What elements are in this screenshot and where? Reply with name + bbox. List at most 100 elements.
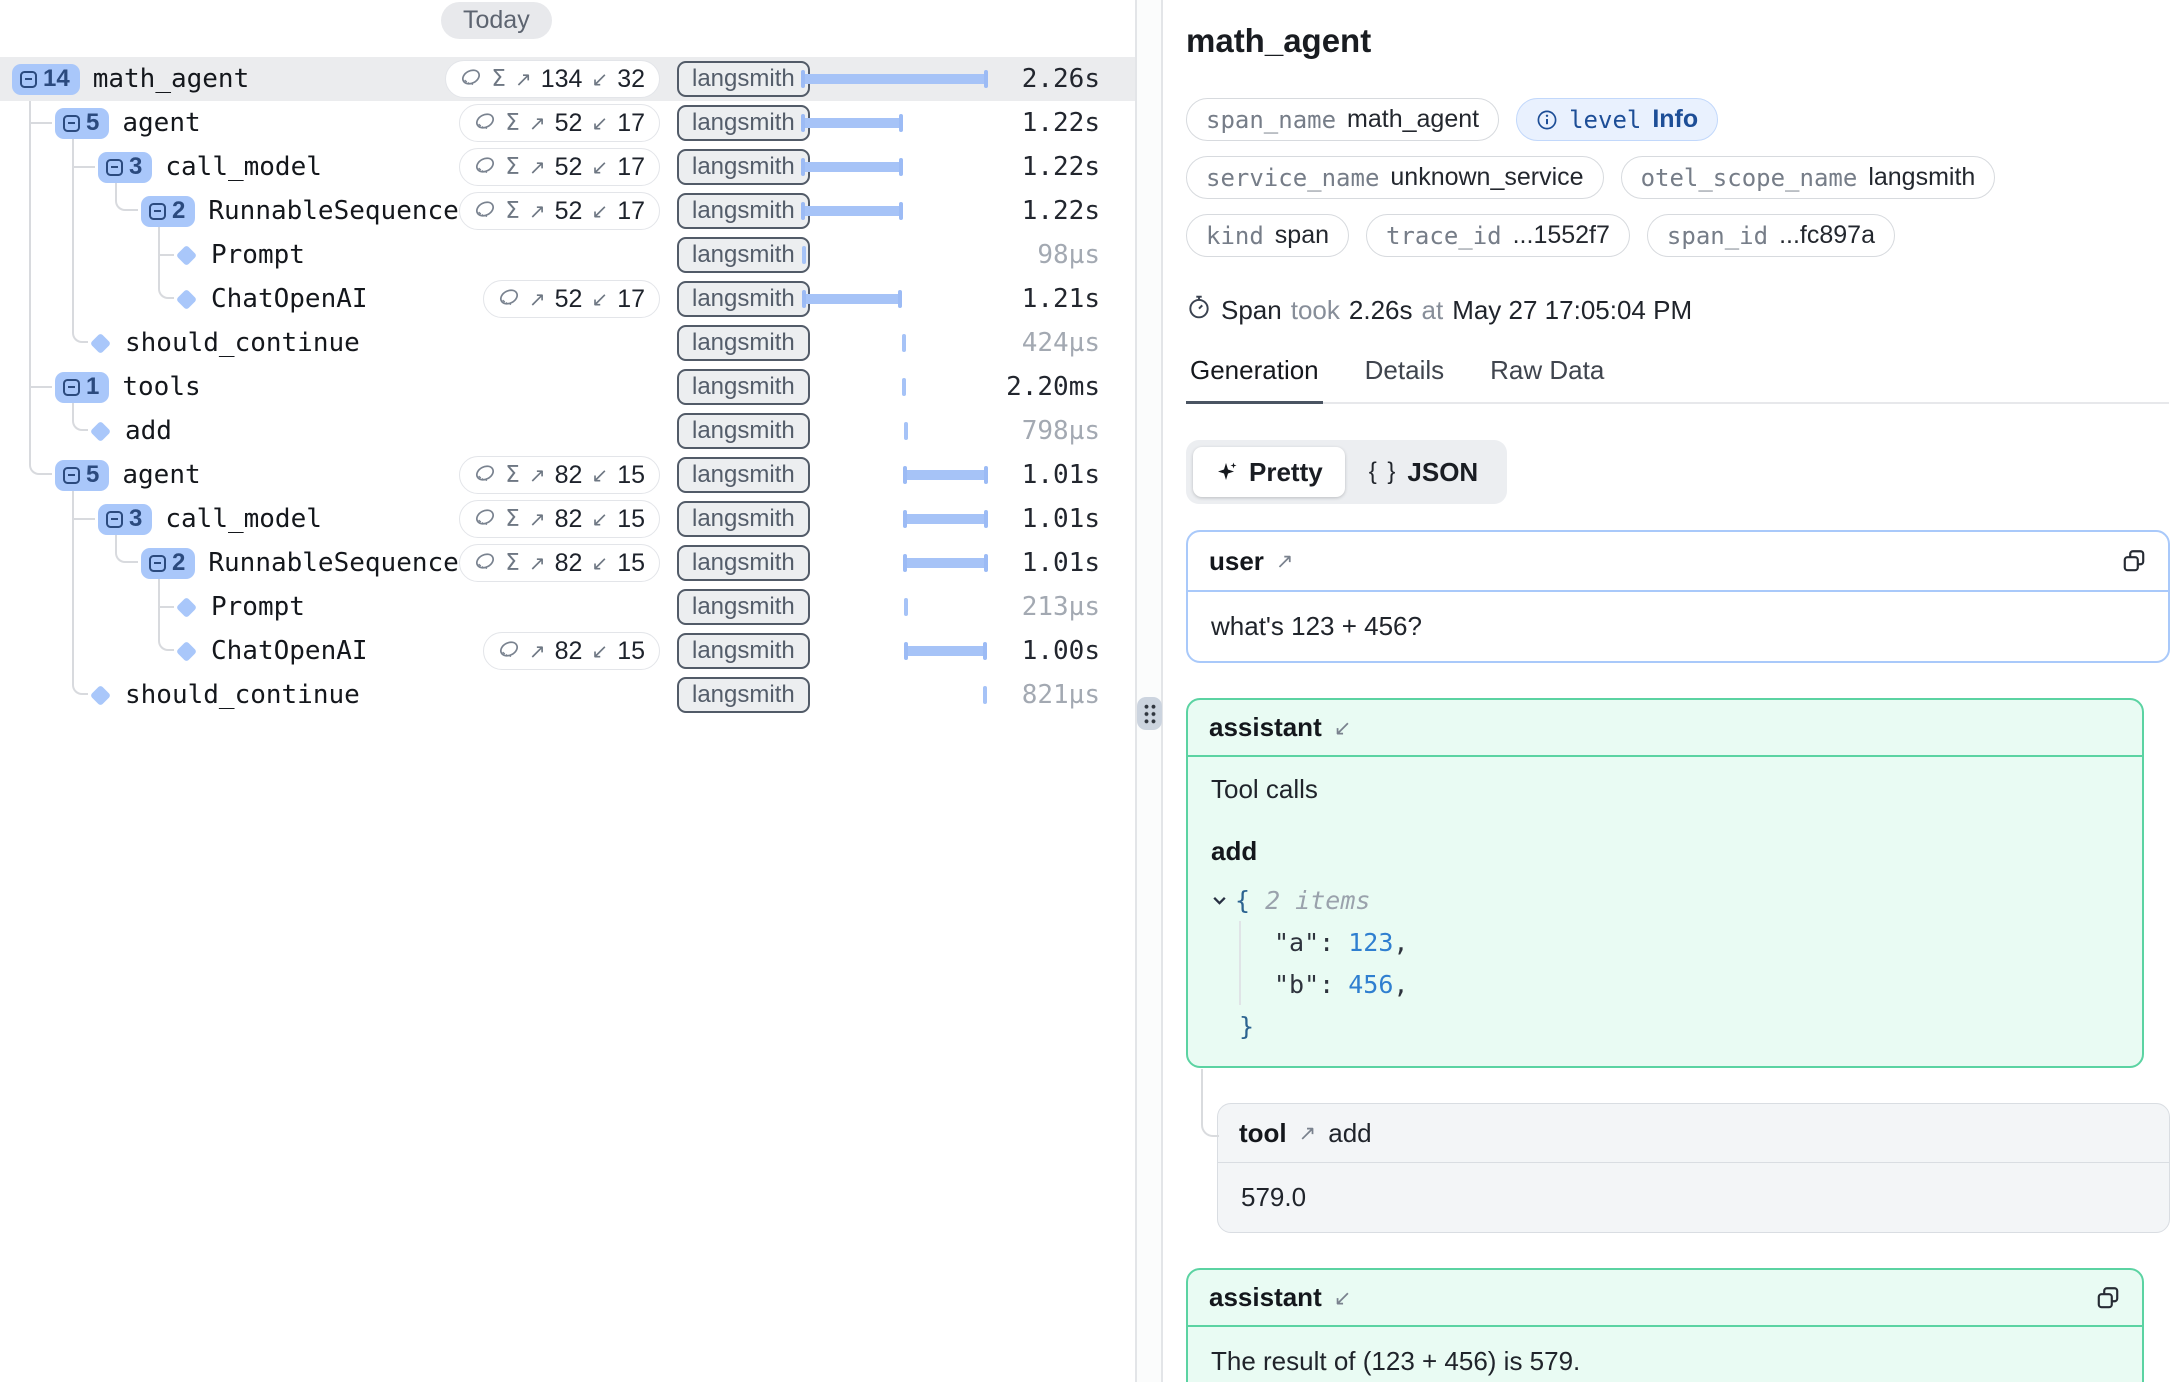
trace-row-tools[interactable]: 1toolslangsmith2.20ms <box>0 365 1135 409</box>
tokens-icon <box>474 550 496 577</box>
collapse-minus-icon <box>63 467 80 484</box>
collapse-toggle-badge[interactable]: 5 <box>55 460 109 491</box>
trace-row-should_continue[interactable]: should_continuelangsmith821µs <box>0 673 1135 717</box>
timeline-bar <box>904 470 987 480</box>
tokens-icon <box>460 66 482 93</box>
collapse-toggle-badge[interactable]: 5 <box>55 108 109 139</box>
output-tokens: 17 <box>617 197 645 226</box>
tool-name: add <box>1328 1118 1371 1149</box>
tab-raw-data[interactable]: Raw Data <box>1486 343 1608 402</box>
tree-node: 3call_model <box>98 145 322 189</box>
collapse-minus-icon <box>149 203 166 220</box>
message-list: user↗what's 123 + 456?assistant↙Tool cal… <box>1186 530 2172 1382</box>
meta-timestamp: May 27 17:05:04 PM <box>1452 295 1692 326</box>
input-tokens-arrow-icon: ↗ <box>529 463 546 487</box>
span-label: should_continue <box>125 680 360 710</box>
message-direction-arrow-icon: ↙ <box>1334 716 1352 740</box>
child-count: 14 <box>43 65 70 93</box>
span-label: agent <box>122 460 200 490</box>
tab-details[interactable]: Details <box>1361 343 1448 402</box>
output-tokens: 32 <box>617 65 645 94</box>
badge-trace_id: trace_id...1552f7 <box>1366 214 1630 257</box>
collapse-toggle-badge[interactable]: 14 <box>12 64 80 95</box>
trace-row-agent[interactable]: 5agentΣ↗52↙17langsmith1.22s <box>0 101 1135 145</box>
output-tokens-arrow-icon: ↙ <box>591 199 608 223</box>
trace-row-ChatOpenAI[interactable]: ChatOpenAI↗52↙17langsmith1.21s <box>0 277 1135 321</box>
timeline-bar <box>802 118 902 128</box>
tab-generation[interactable]: Generation <box>1186 343 1323 404</box>
span-label: add <box>125 416 172 446</box>
leaf-diamond-icon <box>174 248 198 263</box>
tag-langsmith: langsmith <box>677 61 810 97</box>
trace-row-Prompt[interactable]: Promptlangsmith98µs <box>0 233 1135 277</box>
duration-value: 1.22s <box>1022 101 1100 145</box>
copy-button[interactable] <box>2121 548 2147 574</box>
page-title: math_agent <box>1186 22 2172 60</box>
output-tokens-arrow-icon: ↙ <box>591 551 608 575</box>
message-card-tool-2: tool↗add579.0 <box>1217 1103 2170 1233</box>
tag-langsmith: langsmith <box>677 193 810 229</box>
diamond-shape <box>175 596 196 617</box>
trace-row-RunnableSequence[interactable]: 2RunnableSequenceΣ↗82↙15langsmith1.01s <box>0 541 1135 585</box>
duration-value: 2.26s <box>1022 57 1100 101</box>
toggle-json[interactable]: { }JSON <box>1347 447 1501 497</box>
badge-value: span <box>1275 221 1329 250</box>
tokens-icon <box>498 638 520 665</box>
timeline-track <box>802 585 987 629</box>
child-count: 3 <box>129 505 142 533</box>
message-header: assistant↙ <box>1188 700 2142 757</box>
badge-value: unknown_service <box>1390 163 1583 192</box>
leaf-diamond-icon <box>174 644 198 659</box>
collapse-toggle-badge[interactable]: 2 <box>141 196 195 227</box>
tokens-icon <box>474 110 496 137</box>
toggle-pretty[interactable]: Pretty <box>1193 447 1345 497</box>
timeline-track <box>802 277 987 321</box>
chevron-down-icon[interactable] <box>1211 892 1228 909</box>
input-tokens-arrow-icon: ↗ <box>529 287 546 311</box>
badge-key: service_name <box>1206 164 1379 192</box>
trace-row-ChatOpenAI[interactable]: ChatOpenAI↗82↙15langsmith1.00s <box>0 629 1135 673</box>
close-brace: } <box>1239 1012 1254 1041</box>
trace-row-agent[interactable]: 5agentΣ↗82↙15langsmith1.01s <box>0 453 1135 497</box>
output-tokens-arrow-icon: ↙ <box>591 155 608 179</box>
json-comma: , <box>1393 970 1408 999</box>
tag-langsmith: langsmith <box>677 633 810 669</box>
trace-row-add[interactable]: addlangsmith798µs <box>0 409 1135 453</box>
badge-key: span_id <box>1667 222 1768 250</box>
metadata-badges: span_namemath_agentlevelInfo service_name… <box>1186 98 2172 257</box>
input-tokens: 82 <box>555 549 583 578</box>
panel-splitter[interactable] <box>1135 0 1163 1382</box>
child-count: 5 <box>86 109 99 137</box>
input-tokens: 52 <box>555 109 583 138</box>
token-usage-pill: Σ↗82↙15 <box>459 544 660 582</box>
copy-button[interactable] <box>2095 1285 2121 1311</box>
timeline-bar <box>904 514 987 524</box>
collapse-toggle-badge[interactable]: 1 <box>55 372 109 403</box>
collapse-toggle-badge[interactable]: 3 <box>98 504 152 535</box>
collapse-toggle-badge[interactable]: 3 <box>98 152 152 183</box>
timeline-bar <box>802 74 987 84</box>
message-role: user <box>1209 546 1264 577</box>
timeline-track <box>802 189 987 233</box>
sigma-icon: Σ <box>505 110 520 136</box>
tree-node: should_continue <box>88 673 360 717</box>
badge-row: span_namemath_agentlevelInfo <box>1186 98 2172 141</box>
input-tokens: 134 <box>541 65 583 94</box>
splitter-drag-handle[interactable] <box>1137 697 1162 730</box>
trace-row-call_model[interactable]: 3call_modelΣ↗82↙15langsmith1.01s <box>0 497 1135 541</box>
output-tokens: 15 <box>617 549 645 578</box>
badge-value: Info <box>1652 105 1698 134</box>
trace-row-should_continue[interactable]: should_continuelangsmith424µs <box>0 321 1135 365</box>
tree-node: ChatOpenAI <box>174 277 368 321</box>
sigma-icon: Σ <box>491 66 506 92</box>
trace-row-call_model[interactable]: 3call_modelΣ↗52↙17langsmith1.22s <box>0 145 1135 189</box>
trace-row-RunnableSequence[interactable]: 2RunnableSequenceΣ↗52↙17langsmith1.22s <box>0 189 1135 233</box>
timeline-track <box>802 101 987 145</box>
output-tokens-arrow-icon: ↙ <box>591 639 608 663</box>
json-open-line: {2 items <box>1211 879 2119 921</box>
trace-row-math_agent[interactable]: 14math_agentΣ↗134↙32langsmith2.26s <box>0 57 1135 101</box>
trace-row-Prompt[interactable]: Promptlangsmith213µs <box>0 585 1135 629</box>
collapse-toggle-badge[interactable]: 2 <box>141 548 195 579</box>
toggle-label: Pretty <box>1249 457 1323 488</box>
span-label: should_continue <box>125 328 360 358</box>
